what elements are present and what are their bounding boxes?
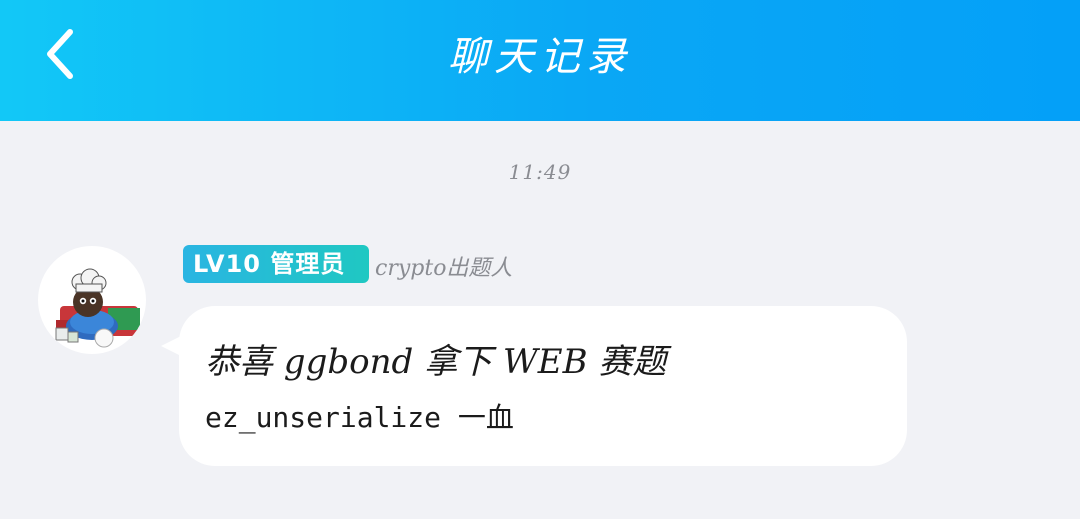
message-line-1: 恭喜 ggbond 拿下 WEB 赛题 xyxy=(205,342,667,382)
avatar[interactable] xyxy=(38,246,146,354)
message-bubble[interactable]: 恭喜 ggbond 拿下 WEB 赛题 ez_unserialize 一血 xyxy=(179,306,907,466)
page-title: 聊天记录 xyxy=(448,34,632,80)
sender-name[interactable]: crypto出题人 xyxy=(375,250,512,282)
level-badge: LV10 管理员 xyxy=(183,245,369,283)
title-bar: 聊天记录 xyxy=(0,0,1080,121)
chef-avatar-icon xyxy=(55,268,140,348)
message-line-2: ez_unserialize 一血 xyxy=(205,401,514,434)
message-timestamp: 11:49 xyxy=(508,160,572,184)
